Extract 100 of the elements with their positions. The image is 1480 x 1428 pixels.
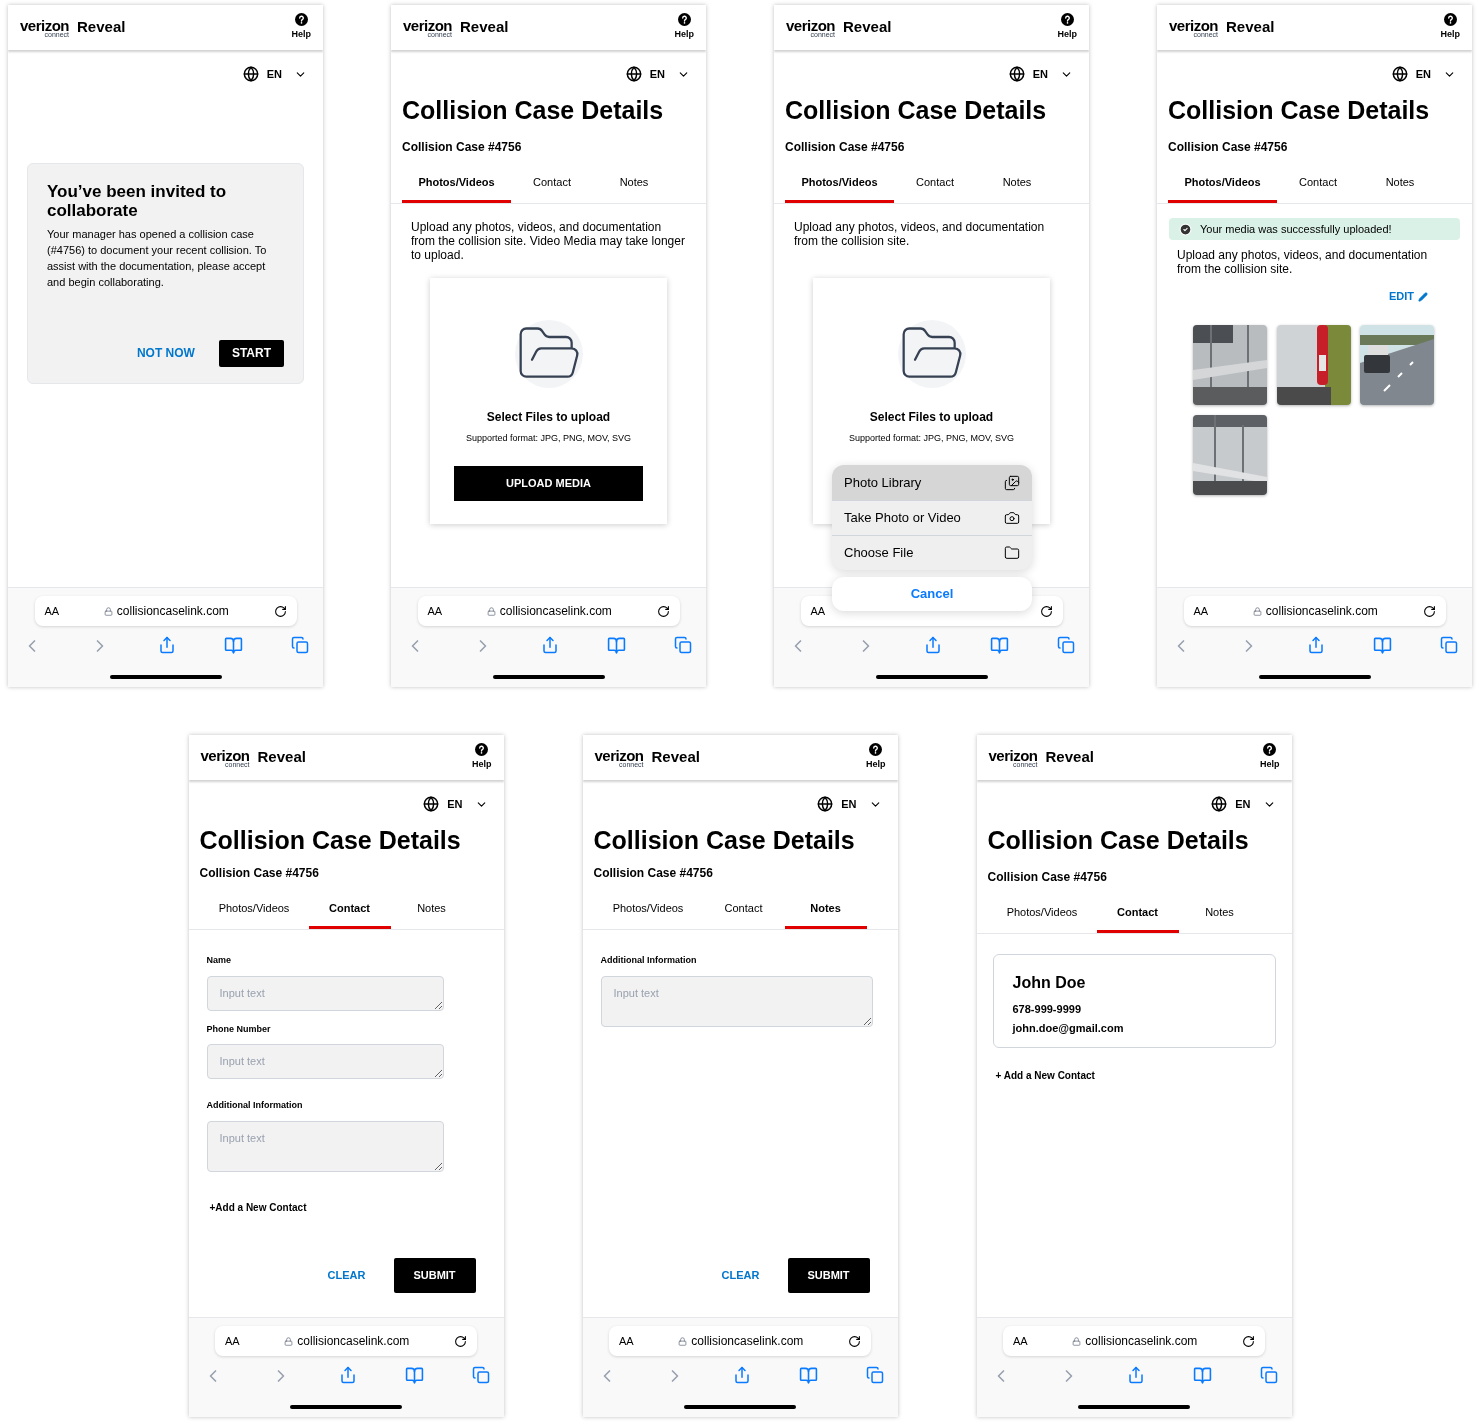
clear-button[interactable]: CLEAR (721, 1267, 760, 1284)
cancel-button[interactable]: Cancel (832, 577, 1032, 611)
url-text: collisioncaselink.com (1265, 603, 1378, 620)
tab[interactable]: Photos/Videos (1168, 165, 1277, 204)
language-selector[interactable]: EN (817, 796, 882, 813)
help-button[interactable]: Help (472, 743, 492, 772)
tabs-icon[interactable] (674, 636, 692, 654)
share-icon[interactable] (541, 636, 559, 654)
globe-icon (423, 796, 440, 813)
text-field[interactable]: Input text (600, 975, 873, 1027)
invite-message: Your manager has opened a collision case (#4756) to document your recent collision. To assist with the documentation, please accept and begin collaborating. (47, 226, 268, 290)
tabs-icon[interactable] (1440, 636, 1458, 654)
url-bar[interactable]: AA collisioncaselink.com (34, 596, 297, 626)
text-size-button[interactable]: AA (225, 1332, 240, 1350)
tab[interactable]: Contact (702, 891, 785, 930)
url-bar[interactable]: AA collisioncaselink.com (1183, 596, 1446, 626)
folder-icon (1004, 545, 1020, 561)
help-button[interactable]: Help (1440, 13, 1460, 42)
add-contact-link[interactable]: + Add a New Contact (995, 1068, 1095, 1084)
tab[interactable]: Photos/Videos (987, 895, 1097, 934)
share-icon[interactable] (338, 1366, 357, 1384)
lock-icon (1072, 1336, 1082, 1346)
reload-icon[interactable] (1039, 604, 1053, 618)
tab[interactable]: Contact (1096, 895, 1179, 934)
text-field[interactable]: Input text (206, 1120, 444, 1172)
language-selector[interactable]: EN (625, 66, 690, 83)
menu-item[interactable]: Photo Library (832, 465, 1032, 500)
tab[interactable]: Notes (390, 891, 473, 930)
tab[interactable]: Contact (894, 165, 976, 204)
upload-media-button[interactable]: UPLOAD MEDIA (454, 465, 643, 501)
url-bar[interactable]: AA collisioncaselink.com (215, 1326, 477, 1356)
text-size-button[interactable]: AA (1013, 1332, 1028, 1350)
share-icon[interactable] (1307, 636, 1325, 654)
tab[interactable]: Photos/Videos (402, 165, 511, 204)
not-now-button[interactable]: NOT NOW (136, 344, 195, 362)
bookmarks-icon[interactable] (1192, 1366, 1212, 1385)
pencil-icon (1418, 291, 1428, 302)
tab[interactable]: Photos/Videos (199, 891, 309, 930)
bookmarks-icon[interactable] (404, 1366, 424, 1385)
tab[interactable]: Contact (511, 165, 593, 204)
bookmarks-icon[interactable] (224, 636, 243, 655)
submit-button[interactable]: SUBMIT (393, 1258, 476, 1293)
bookmarks-icon[interactable] (1373, 636, 1392, 655)
share-icon[interactable] (1126, 1366, 1145, 1384)
language-selector[interactable]: EN (1211, 796, 1276, 813)
reload-icon[interactable] (1242, 1334, 1255, 1348)
reload-icon[interactable] (656, 604, 670, 618)
menu-item[interactable]: Choose File (832, 535, 1032, 570)
tab[interactable]: Photos/Videos (593, 891, 703, 930)
reload-icon[interactable] (848, 1334, 861, 1348)
bookmarks-icon[interactable] (990, 636, 1009, 655)
text-size-button[interactable]: AA (619, 1332, 634, 1350)
text-size-button[interactable]: AA (44, 602, 60, 620)
reload-icon[interactable] (273, 604, 287, 618)
tabs-icon[interactable] (865, 1366, 884, 1384)
tab[interactable]: Notes (976, 165, 1058, 204)
reload-icon[interactable] (1422, 604, 1436, 618)
help-button[interactable]: Help (1057, 13, 1077, 42)
text-field[interactable]: Input text (206, 1044, 444, 1080)
help-button[interactable]: Help (291, 13, 311, 42)
language-selector[interactable]: EN (1008, 66, 1073, 83)
bookmarks-icon[interactable] (798, 1366, 818, 1385)
url-bar[interactable]: AA collisioncaselink.com (609, 1326, 871, 1356)
help-icon (475, 743, 489, 757)
url-bar[interactable]: AA collisioncaselink.com (417, 596, 680, 626)
help-button[interactable]: Help (1260, 743, 1280, 772)
share-icon[interactable] (158, 636, 176, 654)
add-contact-link[interactable]: +Add a New Contact (209, 1199, 307, 1215)
tab[interactable]: Notes (1178, 895, 1261, 934)
intro-text: Upload any photos, videos, and documentation from the collision site. Video Media may take longer to upload. (410, 220, 686, 263)
menu-item[interactable]: Take Photo or Video (832, 500, 1032, 535)
text-size-button[interactable]: AA (1193, 602, 1209, 620)
tabs-icon[interactable] (1057, 636, 1075, 654)
help-button[interactable]: Help (866, 743, 886, 772)
language-selector[interactable]: EN (242, 66, 307, 83)
bookmarks-icon[interactable] (607, 636, 626, 655)
text-size-button[interactable]: AA (427, 602, 443, 620)
start-button[interactable]: START (218, 339, 284, 367)
tabs-icon[interactable] (291, 636, 309, 654)
page-title: Collision Case Details (401, 94, 665, 126)
text-size-button[interactable]: AA (810, 602, 826, 620)
tab[interactable]: Notes (593, 165, 675, 204)
share-icon[interactable] (732, 1366, 751, 1384)
tabs-icon[interactable] (1259, 1366, 1278, 1384)
tabs-icon[interactable] (471, 1366, 490, 1384)
language-selector[interactable]: EN (423, 796, 488, 813)
submit-button[interactable]: SUBMIT (787, 1258, 870, 1293)
edit-button[interactable]: EDIT (1388, 288, 1428, 305)
tab[interactable]: Notes (784, 891, 867, 930)
tab[interactable]: Notes (1359, 165, 1441, 204)
tab[interactable]: Photos/Videos (785, 165, 894, 204)
language-selector[interactable]: EN (1391, 66, 1456, 83)
text-field[interactable]: Input text (206, 975, 444, 1011)
reload-icon[interactable] (454, 1334, 467, 1348)
tab[interactable]: Contact (1277, 165, 1359, 204)
tab[interactable]: Contact (308, 891, 391, 930)
clear-button[interactable]: CLEAR (327, 1267, 366, 1284)
help-button[interactable]: Help (674, 13, 694, 42)
url-bar[interactable]: AA collisioncaselink.com (1003, 1326, 1265, 1356)
share-icon[interactable] (924, 636, 942, 654)
